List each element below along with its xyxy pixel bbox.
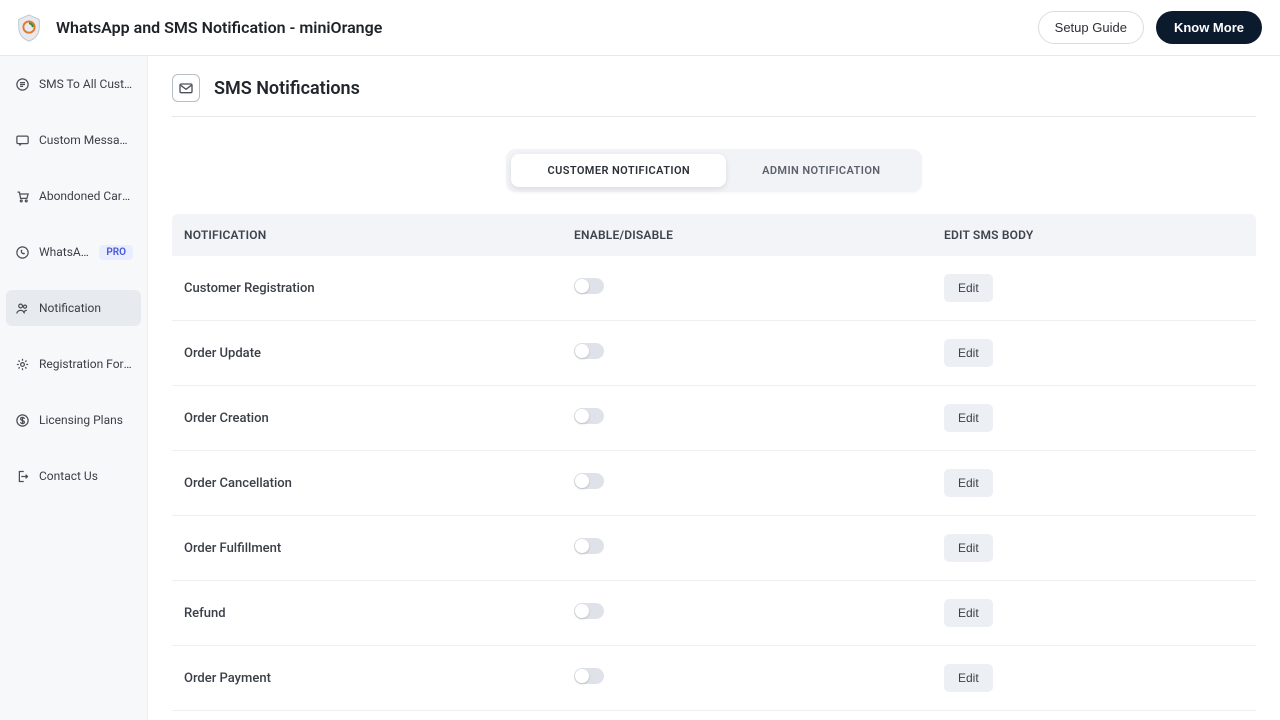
edit-button[interactable]: Edit (944, 339, 993, 367)
toggle-cell (562, 516, 932, 581)
chat-icon (14, 76, 30, 92)
edit-cell: Edit (932, 646, 1256, 711)
column-header-notification: NOTIFICATION (172, 214, 562, 256)
edit-cell: Edit (932, 386, 1256, 451)
know-more-button[interactable]: Know More (1156, 11, 1262, 44)
toggle-cell (562, 451, 932, 516)
sidebar-item-label: Contact Us (39, 469, 98, 483)
table-row: Order Creation Edit (172, 386, 1256, 451)
sidebar: SMS To All Customers Custom Messages Abo… (0, 56, 148, 720)
column-header-enable: ENABLE/DISABLE (562, 214, 932, 256)
notification-name: Refund (172, 581, 562, 646)
brand-logo-icon (14, 13, 44, 43)
tab-admin-notification[interactable]: ADMIN NOTIFICATION (726, 154, 916, 187)
toggle-cell (562, 386, 932, 451)
sidebar-item-licensing[interactable]: Licensing Plans (6, 402, 141, 438)
enable-toggle[interactable] (574, 603, 604, 619)
cart-icon (14, 188, 30, 204)
toggle-cell (562, 321, 932, 386)
notification-name: Order Update (172, 321, 562, 386)
gear-icon (14, 356, 30, 372)
table-row: Refund Edit (172, 581, 1256, 646)
app-title: WhatsApp and SMS Notification - miniOran… (56, 18, 382, 37)
table-row: Customer Registration Edit (172, 256, 1256, 321)
sidebar-item-label: Licensing Plans (39, 413, 123, 427)
toggle-cell (562, 646, 932, 711)
notifications-table: NOTIFICATION ENABLE/DISABLE EDIT SMS BOD… (172, 214, 1256, 711)
users-icon (14, 300, 30, 316)
pro-badge: PRO (99, 245, 133, 260)
sidebar-item-custom-messages[interactable]: Custom Messages (6, 122, 141, 158)
table-row: Order Fulfillment Edit (172, 516, 1256, 581)
tab-customer-notification[interactable]: CUSTOMER NOTIFICATION (511, 154, 726, 187)
enable-toggle[interactable] (574, 473, 604, 489)
enable-toggle[interactable] (574, 408, 604, 424)
edit-button[interactable]: Edit (944, 599, 993, 627)
enable-toggle[interactable] (574, 538, 604, 554)
signout-icon (14, 468, 30, 484)
page-header: SMS Notifications (172, 74, 1256, 117)
notification-name: Order Payment (172, 646, 562, 711)
notification-name: Order Creation (172, 386, 562, 451)
sidebar-item-label: Abondoned Cart Noti... (39, 189, 133, 203)
page-title: SMS Notifications (214, 78, 360, 99)
edit-cell: Edit (932, 256, 1256, 321)
edit-button[interactable]: Edit (944, 404, 993, 432)
dollar-icon (14, 412, 30, 428)
enable-toggle[interactable] (574, 278, 604, 294)
edit-cell: Edit (932, 451, 1256, 516)
edit-cell: Edit (932, 516, 1256, 581)
setup-guide-button[interactable]: Setup Guide (1038, 11, 1144, 44)
brand: WhatsApp and SMS Notification - miniOran… (14, 13, 382, 43)
main-content: SMS Notifications CUSTOMER NOTIFICATION … (148, 56, 1280, 720)
edit-button[interactable]: Edit (944, 664, 993, 692)
edit-cell: Edit (932, 581, 1256, 646)
tabs: CUSTOMER NOTIFICATION ADMIN NOTIFICATION (172, 149, 1256, 192)
sidebar-item-label: WhatsApp (39, 245, 90, 259)
edit-cell: Edit (932, 321, 1256, 386)
sidebar-item-notification[interactable]: Notification (6, 290, 141, 326)
toggle-cell (562, 256, 932, 321)
topbar-actions: Setup Guide Know More (1038, 11, 1262, 44)
topbar: WhatsApp and SMS Notification - miniOran… (0, 0, 1280, 56)
sidebar-item-label: Registration Form Set... (39, 357, 133, 371)
sidebar-item-registration-form[interactable]: Registration Form Set... (6, 346, 141, 382)
notification-name: Order Cancellation (172, 451, 562, 516)
sidebar-item-label: SMS To All Customers (39, 77, 133, 91)
edit-button[interactable]: Edit (944, 469, 993, 497)
table-row: Order Payment Edit (172, 646, 1256, 711)
sidebar-item-abandoned-cart[interactable]: Abondoned Cart Noti... (6, 178, 141, 214)
sidebar-item-label: Notification (39, 301, 101, 315)
sidebar-item-label: Custom Messages (39, 133, 133, 147)
enable-toggle[interactable] (574, 343, 604, 359)
table-row: Order Cancellation Edit (172, 451, 1256, 516)
message-icon (14, 132, 30, 148)
sidebar-item-contact[interactable]: Contact Us (6, 458, 141, 494)
edit-button[interactable]: Edit (944, 534, 993, 562)
whatsapp-icon (14, 244, 30, 260)
table-row: Order Update Edit (172, 321, 1256, 386)
column-header-edit: EDIT SMS BODY (932, 214, 1256, 256)
sidebar-item-sms-all[interactable]: SMS To All Customers (6, 66, 141, 102)
notification-name: Order Fulfillment (172, 516, 562, 581)
notification-name: Customer Registration (172, 256, 562, 321)
edit-button[interactable]: Edit (944, 274, 993, 302)
envelope-icon (172, 74, 200, 102)
enable-toggle[interactable] (574, 668, 604, 684)
toggle-cell (562, 581, 932, 646)
sidebar-item-whatsapp[interactable]: WhatsApp PRO (6, 234, 141, 270)
